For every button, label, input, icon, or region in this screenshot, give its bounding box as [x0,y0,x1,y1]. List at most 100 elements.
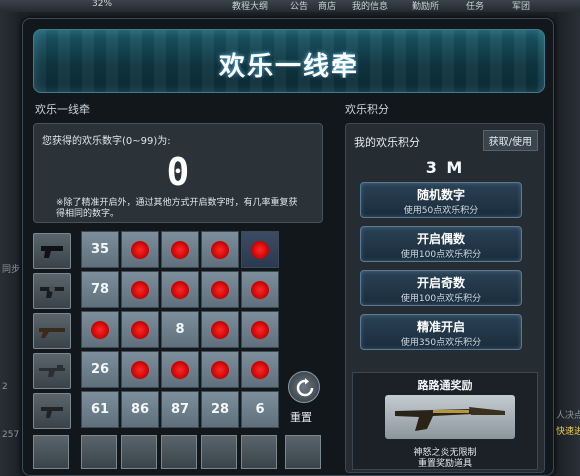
red-mark-icon [171,361,189,379]
red-mark-icon [131,241,149,259]
red-mark-icon [171,241,189,259]
shotgun-icon [39,328,65,338]
number-cell[interactable]: 6 [241,391,279,428]
number-cell[interactable] [121,311,159,348]
window-title: 欢乐一线牵 [218,52,359,82]
happy-number-value: 0 [166,150,190,194]
pistol-icon [41,246,63,258]
background-right-panel [554,12,580,476]
bg-right-label: 人决点 [556,411,580,421]
left-section-label: 欢乐一线牵 [35,103,90,116]
open-odd-button[interactable]: 开启奇数 使用100点欢乐积分 [360,270,522,306]
number-cell[interactable] [201,231,239,268]
smg-icon [41,407,63,418]
game-top-bar: 32% 教程大纲 公告 商店 我的信息 勤励所 任务 军团 [0,0,580,12]
top-menu-myinfo[interactable]: 我的信息 [352,0,388,12]
top-menu-task[interactable]: 任务 [466,0,484,12]
red-mark-icon [211,321,229,339]
reset-reward-button[interactable]: 重置奖励道具 [387,459,503,469]
number-cell[interactable]: 78 [81,271,119,308]
weapon-slot-shotgun[interactable] [33,313,71,349]
reset-label: 重置 [290,411,312,424]
red-mark-icon [131,321,149,339]
red-mark-icon [131,281,149,299]
strip-weapon-slot[interactable] [161,435,197,469]
number-cell[interactable] [241,231,279,268]
button-cost: 使用100点欢乐积分 [400,250,482,260]
number-cell[interactable] [241,351,279,388]
strip-weapon-slot[interactable] [285,435,321,469]
reward-panel: 路路通奖励 神怒之炎无限制 重置奖励道具 [352,372,538,470]
red-mark-icon [251,241,269,259]
flintlock-pistol-icon [395,407,505,431]
bg-left-label: 同步 [2,265,21,275]
number-cell[interactable] [161,351,199,388]
number-cell[interactable] [241,311,279,348]
cell-number: 87 [170,402,190,417]
number-cell[interactable] [201,311,239,348]
button-cost: 使用350点欢乐积分 [400,338,482,348]
red-mark-icon [251,321,269,339]
cell-number: 86 [130,402,150,417]
get-use-points-button[interactable]: 获取/使用 [482,130,538,151]
cell-number: 61 [90,402,110,417]
top-menu-guide[interactable]: 教程大纲 [232,0,268,12]
strip-weapon-slot[interactable] [81,435,117,469]
red-mark-icon [131,361,149,379]
points-title: 我的欢乐积分 [354,136,420,149]
red-mark-icon [91,321,109,339]
number-cell[interactable]: 8 [161,311,199,348]
top-menu-clan[interactable]: 军团 [512,0,530,12]
top-menu-reward[interactable]: 勤励所 [412,0,439,12]
column-weapon-strip [33,435,323,471]
number-cell[interactable] [201,351,239,388]
number-cell[interactable]: 26 [81,351,119,388]
cell-number: 78 [90,282,110,297]
button-cost: 使用100点欢乐积分 [400,294,482,304]
top-progress: 32% [92,0,113,9]
weapon-slot-pistol[interactable] [33,233,71,269]
red-mark-icon [211,281,229,299]
reset-button[interactable] [288,371,320,403]
number-cell[interactable]: 35 [81,231,119,268]
number-grid-area: 35 78 8 26 61 86 87 28 6 重置 [33,231,323,431]
strip-weapon-slot[interactable] [241,435,277,469]
cell-number: 28 [210,402,230,417]
precise-open-button[interactable]: 精准开启 使用350点欢乐积分 [360,314,522,350]
strip-weapon-slot[interactable] [33,435,69,469]
top-menu-notice[interactable]: 公告 [290,0,308,12]
points-panel: 我的欢乐积分 获取/使用 3 M 随机数字 使用50点欢乐积分 开启偶数 使用1… [345,123,545,473]
weapon-slot-revolver[interactable] [33,273,71,309]
event-window: 欢乐一线牵 欢乐一线牵 您获得的欢乐数字(0~99)为: 0 ※除了精准开启外，… [22,18,554,476]
number-cell[interactable]: 28 [201,391,239,428]
number-cell[interactable]: 87 [161,391,199,428]
button-label: 精准开启 [416,320,465,334]
number-cell[interactable]: 61 [81,391,119,428]
number-cell[interactable] [121,351,159,388]
weapon-slot-smg[interactable] [33,393,71,429]
number-cell[interactable] [241,271,279,308]
top-menu-shop[interactable]: 商店 [318,0,336,12]
random-number-button[interactable]: 随机数字 使用50点欢乐积分 [360,182,522,218]
red-mark-icon [251,281,269,299]
reward-title: 路路通奖励 [417,379,473,392]
bg-left-label: 257 [2,430,20,440]
number-cell[interactable] [161,271,199,308]
bg-right-label: 快速进 [556,427,580,437]
number-cell[interactable] [161,231,199,268]
number-cell[interactable]: 86 [121,391,159,428]
number-cell[interactable] [81,311,119,348]
number-cell[interactable] [121,231,159,268]
strip-weapon-slot[interactable] [201,435,237,469]
number-cell[interactable] [121,271,159,308]
open-even-button[interactable]: 开启偶数 使用100点欢乐积分 [360,226,522,262]
number-display-panel: 您获得的欢乐数字(0~99)为: 0 ※除了精准开启外，通过其他方式开启数字时，… [33,123,323,223]
number-note: ※除了精准开启外，通过其他方式开启数字时，有几率重复获得相同的数字。 [56,198,298,219]
revolver-icon [40,286,64,298]
cell-number: 35 [90,242,110,257]
strip-weapon-slot[interactable] [121,435,157,469]
number-cell[interactable] [201,271,239,308]
weapon-slot-rifle[interactable] [33,353,71,389]
right-section-label: 欢乐积分 [345,103,389,116]
bg-left-label: 2 [2,382,8,392]
